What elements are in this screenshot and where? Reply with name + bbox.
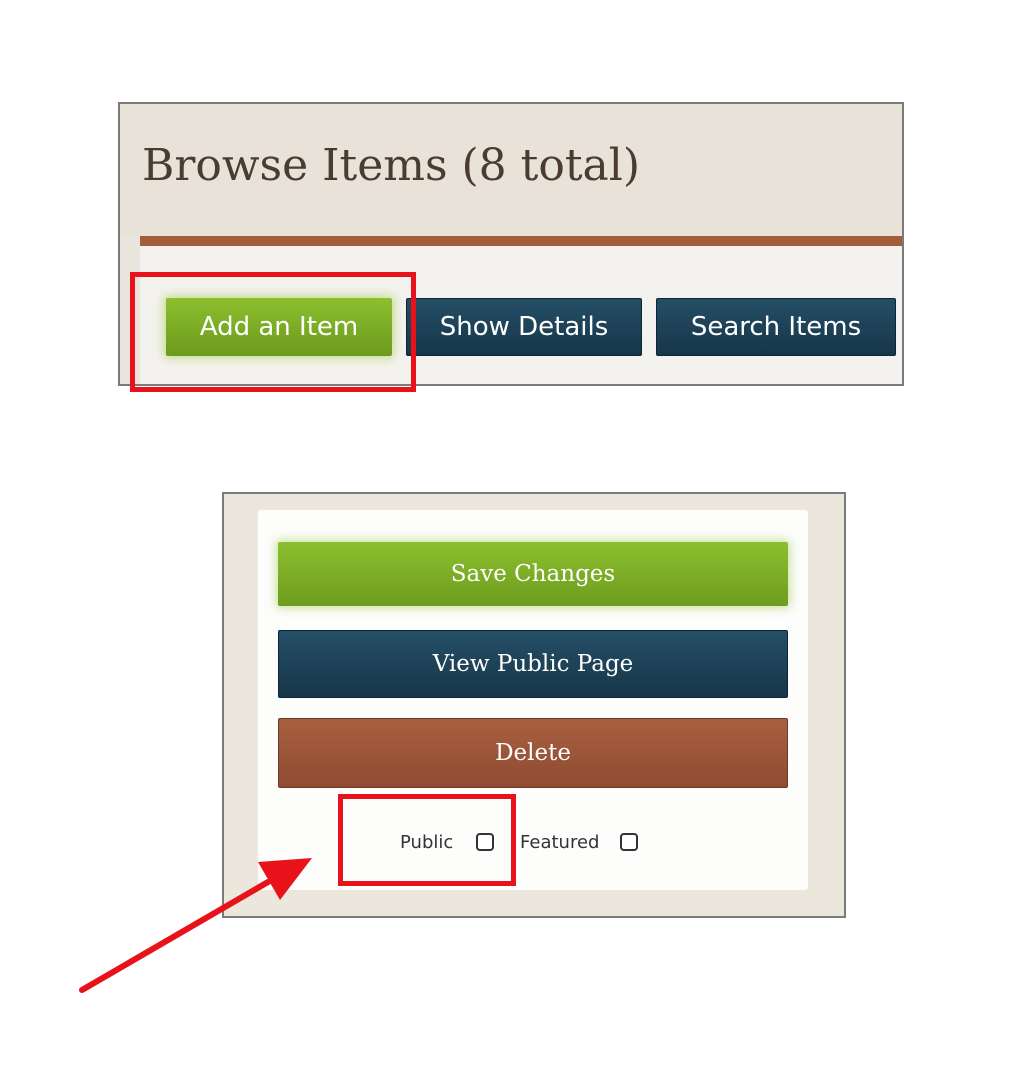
- visibility-options: Public Featured: [258, 828, 808, 858]
- featured-checkbox[interactable]: [620, 833, 638, 851]
- show-details-button[interactable]: Show Details: [406, 298, 642, 356]
- add-item-button[interactable]: Add an Item: [166, 298, 392, 356]
- search-items-button[interactable]: Search Items: [656, 298, 896, 356]
- delete-button[interactable]: Delete: [278, 718, 788, 788]
- page-title: Browse Items (8 total): [142, 140, 640, 191]
- view-public-page-button[interactable]: View Public Page: [278, 630, 788, 698]
- featured-label: Featured: [520, 832, 600, 853]
- public-checkbox[interactable]: [476, 833, 494, 851]
- header-divider: [140, 236, 902, 246]
- browse-header: Browse Items (8 total): [120, 104, 902, 236]
- annotated-screenshot: Browse Items (8 total) Add an Item Show …: [0, 0, 1032, 1092]
- edit-item-panel: Save Changes View Public Page Delete Pub…: [222, 492, 846, 918]
- public-label: Public: [400, 832, 454, 853]
- save-changes-button[interactable]: Save Changes: [278, 542, 788, 606]
- item-actions-box: Save Changes View Public Page Delete Pub…: [258, 510, 808, 890]
- browse-items-panel: Browse Items (8 total) Add an Item Show …: [118, 102, 904, 386]
